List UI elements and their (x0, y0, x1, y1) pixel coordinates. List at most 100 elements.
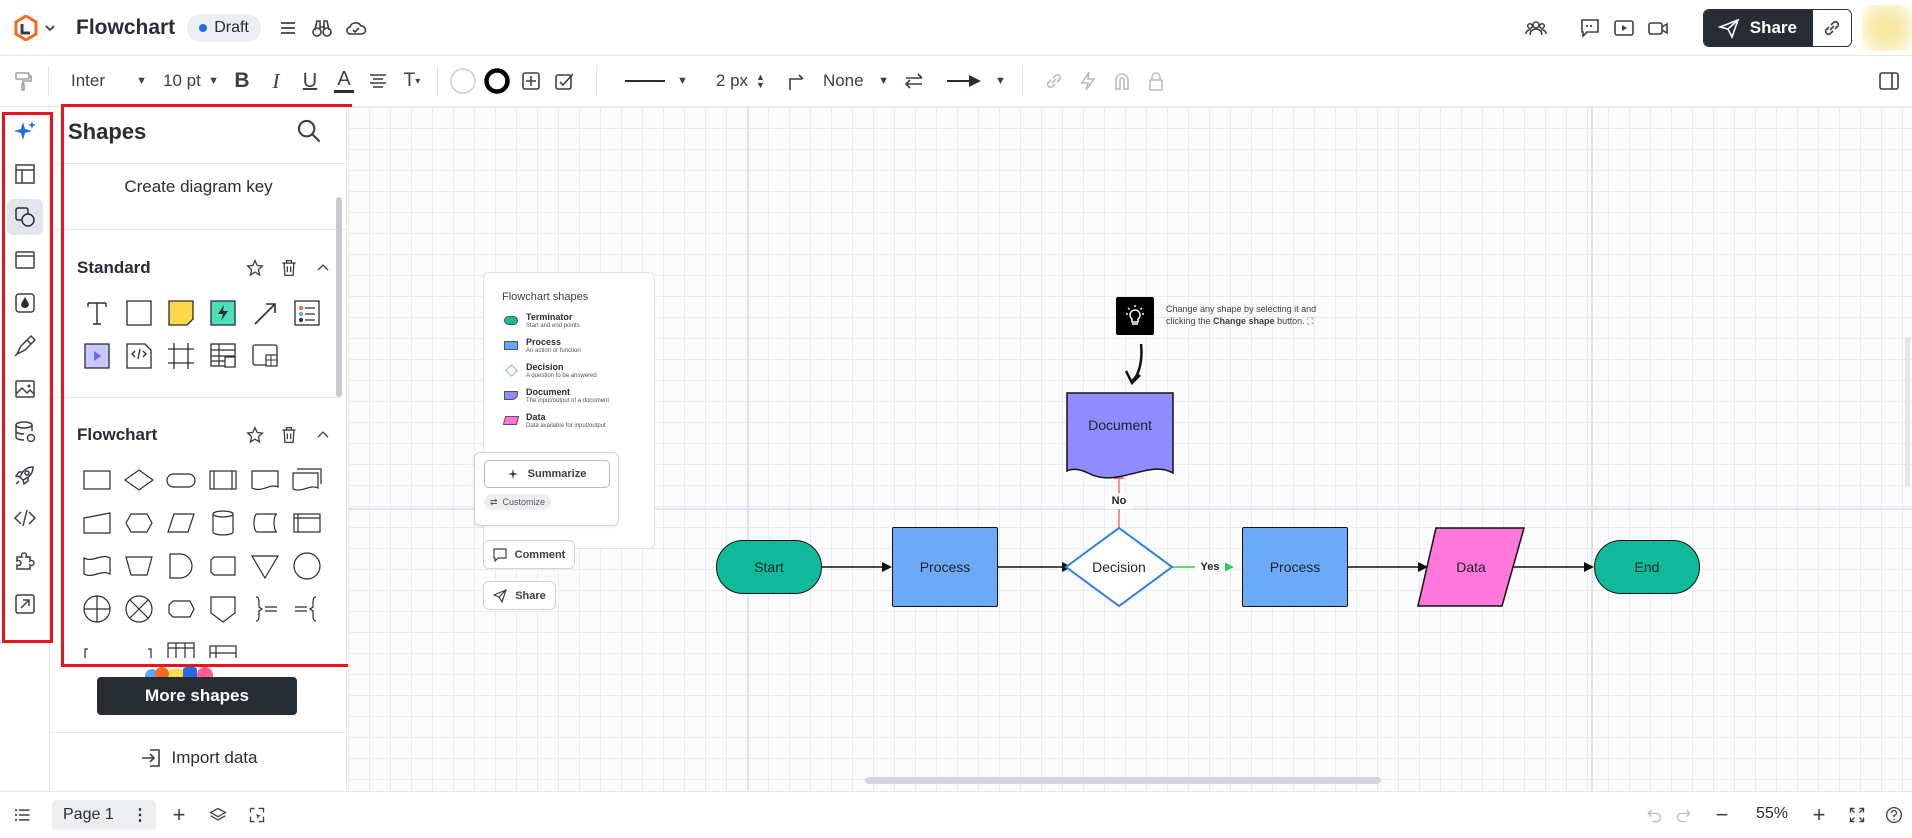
flowchart-group-header[interactable]: Flowchart (50, 418, 340, 452)
embed-shape[interactable] (76, 334, 118, 377)
lightning-icon[interactable] (1071, 64, 1105, 98)
off-page-shape[interactable] (202, 587, 244, 630)
paper-tape-shape[interactable] (76, 544, 118, 587)
action-shape[interactable] (202, 291, 244, 334)
end-node[interactable]: End (1594, 540, 1700, 594)
fill-color-icon[interactable] (446, 64, 480, 98)
line-width-stepper[interactable]: 2 px ▲ ▼ (716, 71, 765, 91)
code-block-shape[interactable] (118, 334, 160, 377)
image-icon[interactable] (0, 367, 50, 410)
share-button[interactable]: Share (1703, 9, 1813, 46)
document-node[interactable]: Document (1067, 393, 1173, 457)
stored-data-shape[interactable] (244, 501, 286, 544)
more-vertical-icon[interactable]: ⋮ (132, 805, 148, 825)
video-call-icon[interactable] (1641, 11, 1675, 45)
app-logo-menu[interactable] (14, 14, 56, 41)
zoom-out-icon[interactable]: − (1705, 798, 1739, 832)
toggle-right-panel-icon[interactable] (1872, 64, 1906, 98)
text-options-icon[interactable]: T ▾ (395, 64, 429, 98)
redo-icon[interactable] (1667, 798, 1701, 832)
decision-node[interactable]: Decision (1066, 528, 1172, 606)
star-icon[interactable] (238, 251, 272, 285)
layers-icon[interactable] (201, 798, 235, 832)
block-shape[interactable] (118, 291, 160, 334)
fit-screen-icon[interactable] (1840, 798, 1874, 832)
standard-group-header[interactable]: Standard (50, 251, 340, 285)
ai-sparkle-icon[interactable] (0, 109, 50, 152)
frame-shape[interactable] (160, 334, 202, 377)
list-shape[interactable] (286, 291, 328, 334)
display-shape[interactable] (202, 544, 244, 587)
page-list-icon[interactable] (6, 798, 40, 832)
trash-icon[interactable] (272, 251, 306, 285)
data-database-icon[interactable] (0, 410, 50, 453)
data-shape[interactable] (160, 501, 202, 544)
annotation-right-shape[interactable] (244, 587, 286, 630)
collapse-chevron-icon[interactable] (306, 251, 340, 285)
zoom-in-icon[interactable]: + (1802, 798, 1836, 832)
bracket-note-shape[interactable] (76, 630, 118, 658)
or-shape[interactable] (76, 587, 118, 630)
zoom-level[interactable]: 55% (1744, 805, 1800, 823)
internal-storage-shape[interactable] (286, 501, 328, 544)
create-diagram-key-button[interactable]: Create diagram key (50, 177, 347, 197)
font-size-select[interactable]: 10 pt ▼ (163, 71, 219, 91)
sticky-note-shape[interactable] (160, 291, 202, 334)
start-arrow-select[interactable]: None ▼ (823, 71, 889, 91)
delay-shape[interactable] (160, 544, 202, 587)
underline-icon[interactable]: U (293, 64, 327, 98)
comments-icon[interactable] (1573, 11, 1607, 45)
text-shape[interactable] (76, 291, 118, 334)
terminator-shape[interactable] (160, 458, 202, 501)
shape-options-icon[interactable] (514, 64, 548, 98)
magnet-icon[interactable] (1105, 64, 1139, 98)
more-shapes-button[interactable]: More shapes (97, 677, 297, 715)
help-icon[interactable] (1877, 798, 1911, 832)
lock-icon[interactable] (1139, 64, 1173, 98)
status-badge[interactable]: Draft (187, 13, 261, 42)
align-text-icon[interactable] (361, 64, 395, 98)
manual-operation-shape[interactable] (118, 544, 160, 587)
container-shape[interactable] (244, 334, 286, 377)
line-style-select[interactable]: ▼ (625, 75, 688, 87)
swimlane-vertical-shape[interactable] (160, 630, 202, 658)
vertical-scrollbar[interactable] (1905, 337, 1910, 487)
cloud-saved-icon[interactable] (339, 11, 373, 45)
import-data-button[interactable]: Import data (50, 747, 347, 769)
hamburger-menu-icon[interactable] (271, 11, 305, 45)
horizontal-scrollbar[interactable] (865, 777, 1381, 784)
format-painter-icon[interactable] (6, 64, 40, 98)
process-node-1[interactable]: Process (892, 527, 998, 607)
copy-link-button[interactable] (1813, 9, 1851, 46)
connector-shape[interactable] (286, 544, 328, 587)
line-shape-icon[interactable] (779, 64, 813, 98)
templates-icon[interactable] (0, 152, 50, 195)
draw-brush-icon[interactable] (0, 324, 50, 367)
manual-input-shape[interactable] (76, 501, 118, 544)
preparation-shape[interactable] (118, 501, 160, 544)
theme-drop-icon[interactable] (0, 281, 50, 324)
line-color-icon[interactable] (480, 64, 514, 98)
diagram-canvas[interactable]: Flowchart shapes Terminator Start and end… (348, 107, 1912, 791)
frames-icon[interactable] (0, 238, 50, 281)
collaborators-icon[interactable] (1519, 11, 1553, 45)
process-shape[interactable] (76, 458, 118, 501)
user-avatar[interactable] (1862, 4, 1912, 51)
annotation-left-shape[interactable] (286, 587, 328, 630)
select-frame-icon[interactable] (240, 798, 274, 832)
present-icon[interactable] (1607, 11, 1641, 45)
add-page-icon[interactable]: + (162, 798, 196, 832)
puzzle-plugin-icon[interactable] (0, 539, 50, 582)
code-icon[interactable] (0, 496, 50, 539)
link-icon[interactable] (1037, 64, 1071, 98)
swap-arrows-icon[interactable] (897, 64, 931, 98)
collapse-chevron-icon[interactable] (306, 418, 340, 452)
quick-import-icon[interactable] (0, 582, 50, 625)
binoculars-icon[interactable] (305, 11, 339, 45)
star-icon[interactable] (238, 418, 272, 452)
data-node[interactable]: Data (1418, 528, 1524, 606)
document-title[interactable]: Flowchart (76, 16, 175, 40)
shapes-icon[interactable] (0, 195, 50, 238)
table-shape[interactable] (202, 334, 244, 377)
undo-icon[interactable] (1637, 798, 1671, 832)
